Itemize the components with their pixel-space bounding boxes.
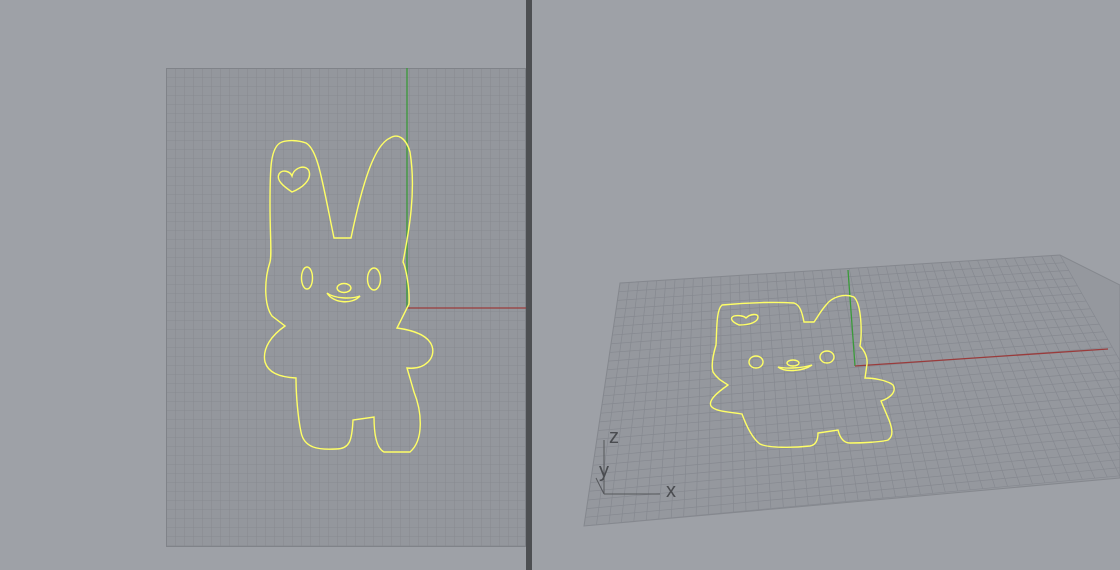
top-viewport-canvas[interactable] bbox=[0, 0, 526, 570]
perspective-viewport-canvas[interactable]: z y x bbox=[532, 0, 1120, 570]
gizmo-x-label: x bbox=[666, 480, 676, 502]
viewport-area: z y x bbox=[0, 0, 1120, 570]
perspective-viewport[interactable]: z y x bbox=[532, 0, 1120, 570]
top-viewport[interactable] bbox=[0, 0, 526, 570]
gizmo-y-label: y bbox=[599, 460, 609, 482]
gizmo-z-label: z bbox=[609, 426, 619, 448]
